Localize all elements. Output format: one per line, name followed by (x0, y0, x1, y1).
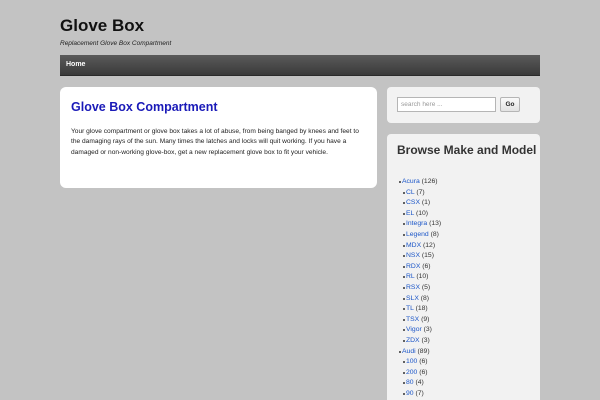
model-count: (15) (421, 252, 434, 260)
model-count: (7) (416, 188, 425, 196)
model-list: 100 (6) 200 (6) 80 (4) 90 (7) (403, 357, 441, 400)
model-item: NSX (15) (403, 251, 441, 262)
model-count: (8) (420, 294, 430, 302)
model-link[interactable]: 200 (406, 369, 417, 376)
model-count: (7) (415, 389, 424, 397)
model-item: RDX (6) (403, 262, 441, 273)
model-link[interactable]: RL (406, 273, 414, 280)
bullet-icon (403, 382, 405, 385)
search-input[interactable] (397, 97, 496, 112)
bullet-icon (403, 244, 405, 247)
make-count: (126) (421, 178, 438, 185)
model-item: 200 (6) (403, 368, 441, 379)
model-item: CL (7) (403, 188, 441, 199)
model-link[interactable]: 90 (406, 390, 414, 397)
model-link[interactable]: NSX (406, 252, 420, 259)
model-count: (6) (419, 368, 428, 376)
model-count: (3) (421, 336, 430, 344)
model-count: (1) (421, 199, 431, 207)
bullet-icon (403, 223, 405, 226)
model-item: 100 (6) (403, 357, 441, 368)
model-item: EL (10) (403, 209, 441, 220)
bullet-icon (403, 233, 405, 236)
make-count: (89) (417, 347, 430, 355)
model-link[interactable]: MDX (406, 242, 421, 249)
make-link[interactable]: Audi (402, 348, 416, 355)
model-count: (6) (419, 358, 428, 366)
bullet-icon (403, 286, 405, 289)
model-item: Legend (8) (403, 230, 441, 241)
model-link[interactable]: TL (406, 305, 414, 312)
model-item: SLX (8) (403, 294, 441, 305)
make-item: Acura (126) CL (7) CSX (1) EL (10) Integra (… (399, 177, 442, 347)
bullet-icon (403, 212, 405, 215)
model-count: (18) (415, 305, 428, 313)
model-item: 80 (4) (403, 378, 441, 389)
bullet-icon (403, 276, 405, 279)
bullet-icon (403, 265, 405, 268)
model-count: (6) (422, 262, 431, 270)
model-link[interactable]: TSX (406, 316, 419, 323)
model-link[interactable]: ZDX (406, 337, 420, 344)
model-link[interactable]: 80 (406, 379, 414, 386)
bullet-icon (403, 361, 405, 364)
model-item: 90 (7) (403, 389, 441, 400)
model-link[interactable]: Legend (406, 231, 429, 238)
model-link[interactable]: Integra (406, 220, 427, 227)
model-link[interactable]: RDX (406, 263, 420, 270)
model-count: (8) (430, 230, 439, 238)
bullet-icon (403, 297, 405, 300)
model-link[interactable]: 100 (406, 358, 417, 365)
bullet-icon (403, 191, 405, 194)
post-body: Your glove compartment or glove box take… (71, 128, 359, 156)
bullet-icon (403, 371, 405, 374)
main-navigation: Home (60, 55, 540, 76)
search-go-button[interactable]: Go (500, 97, 520, 112)
model-count: (10) (416, 273, 429, 281)
model-link[interactable]: SLX (406, 295, 419, 302)
post-panel: Glove Box Compartment Your glove compart… (60, 87, 377, 188)
make-list: Acura (126) CL (7) CSX (1) EL (10) Integra (… (399, 177, 442, 400)
browse-widget: Browse Make and Model Acura (126) CL (7) C… (387, 134, 540, 400)
nav-item-home[interactable]: Home (66, 61, 85, 68)
search-widget: Go (387, 87, 540, 123)
model-count: (12) (423, 241, 436, 249)
model-item: MDX (12) (403, 241, 441, 252)
bullet-icon (403, 329, 405, 332)
bullet-icon (403, 202, 405, 205)
model-item: CSX (1) (403, 198, 441, 209)
model-count: (9) (421, 315, 430, 323)
model-link[interactable]: Vigor (406, 326, 422, 333)
model-count: (5) (421, 283, 431, 291)
bullet-icon (403, 339, 405, 342)
model-count: (10) (415, 209, 429, 217)
model-item: Integra (13) (403, 219, 442, 230)
model-link[interactable]: CL (406, 189, 414, 196)
bullet-icon (403, 308, 405, 311)
model-count: (13) (429, 220, 442, 228)
model-link[interactable]: EL (406, 210, 414, 217)
make-item: Audi (89) 100 (6) 200 (6) 80 (4) 90 (7) (399, 347, 441, 400)
model-item: RL (10) (403, 272, 441, 283)
model-count: (4) (415, 379, 424, 387)
model-item: TSX (9) (403, 315, 441, 326)
post-title[interactable]: Glove Box Compartment (71, 100, 218, 114)
site-title[interactable]: Glove Box (60, 16, 144, 36)
browse-title: Browse Make and Model (397, 143, 537, 157)
model-item: RSX (5) (403, 283, 441, 294)
model-link[interactable]: CSX (406, 199, 420, 206)
bullet-icon (399, 181, 401, 183)
bullet-icon (403, 318, 405, 321)
model-item: Vigor (3) (403, 325, 441, 336)
bullet-icon (399, 350, 401, 353)
model-list: CL (7) CSX (1) EL (10) Integra (13) Legend (… (403, 188, 442, 347)
model-link[interactable]: RSX (406, 284, 420, 291)
site-tagline: Replacement Glove Box Compartment (60, 40, 172, 47)
make-link[interactable]: Acura (402, 178, 420, 185)
model-count: (3) (423, 326, 432, 334)
bullet-icon (403, 255, 405, 258)
model-item: TL (18) (403, 304, 441, 315)
model-item: ZDX (3) (403, 336, 441, 347)
bullet-icon (403, 392, 405, 395)
